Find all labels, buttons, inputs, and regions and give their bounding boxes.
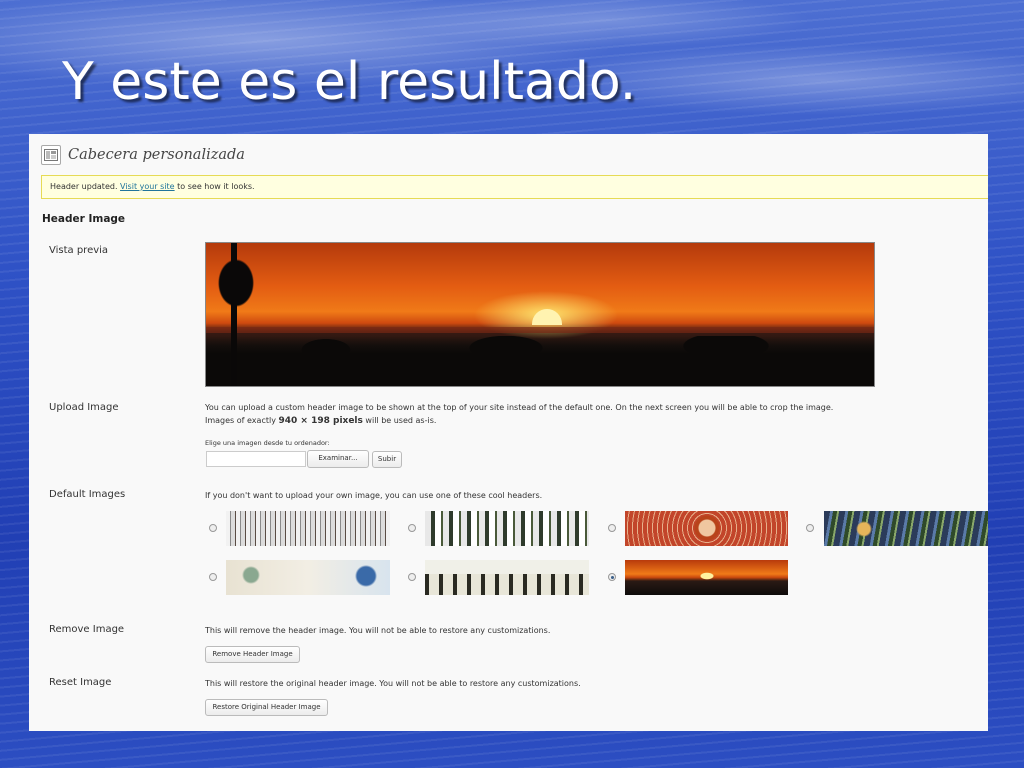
default-images-label: Default Images xyxy=(49,489,126,500)
radio-white-blossoms[interactable] xyxy=(408,524,416,532)
reset-image-description: This will restore the original header im… xyxy=(205,679,581,688)
thumb-fern-shore[interactable] xyxy=(824,511,988,546)
radio-red-lace[interactable] xyxy=(608,524,616,532)
thumb-winter-forest[interactable] xyxy=(226,511,390,546)
radio-sunset[interactable] xyxy=(608,573,616,581)
screenshot-panel: Cabecera personalizada Header updated. V… xyxy=(29,134,988,731)
slide-title: Y este es el resultado. xyxy=(62,52,637,112)
visit-site-link[interactable]: Visit your site xyxy=(120,182,175,191)
radio-winter-forest[interactable] xyxy=(209,524,217,532)
preview-label: Vista previa xyxy=(49,245,109,256)
browse-button[interactable]: Examinar... xyxy=(307,450,369,468)
radio-inkwell[interactable] xyxy=(209,573,217,581)
section-title: Header Image xyxy=(42,213,126,225)
file-label: Elige una imagen desde tu ordenador: xyxy=(205,439,330,447)
required-size: 940 × 198 pixels xyxy=(278,415,363,426)
thumb-inkwell[interactable] xyxy=(226,560,390,595)
notice-suffix: to see how it looks. xyxy=(174,182,255,191)
default-images-description: If you don't want to upload your own ima… xyxy=(205,491,543,500)
radio-fern-shore[interactable] xyxy=(806,524,814,532)
remove-image-description: This will remove the header image. You w… xyxy=(205,626,551,635)
upload-submit-button[interactable]: Subir xyxy=(372,451,402,468)
remove-image-label: Remove Image xyxy=(49,624,125,635)
restore-header-button[interactable]: Restore Original Header Image xyxy=(205,699,328,716)
thumb-white-blossoms[interactable] xyxy=(425,511,589,546)
upload-desc-line1: You can upload a custom header image to … xyxy=(205,403,834,412)
update-notice: Header updated. Visit your site to see h… xyxy=(41,175,988,199)
thumb-red-lace[interactable] xyxy=(625,511,788,546)
notice-prefix: Header updated. xyxy=(50,182,121,191)
remove-header-button[interactable]: Remove Header Image xyxy=(205,646,300,663)
page-header: Cabecera personalizada xyxy=(41,145,245,165)
appearance-icon xyxy=(41,145,61,165)
sun-shape xyxy=(532,309,562,325)
reset-image-label: Reset Image xyxy=(49,677,112,688)
radio-tree-path[interactable] xyxy=(408,573,416,581)
upload-desc-line2: Images of exactly 940 × 198 pixels will … xyxy=(205,415,437,426)
thumb-sunset[interactable] xyxy=(625,560,788,595)
upload-label: Upload Image xyxy=(49,402,119,413)
thumb-tree-path[interactable] xyxy=(425,560,589,595)
upload-description: You can upload a custom header image to … xyxy=(205,402,905,427)
page-title: Cabecera personalizada xyxy=(68,147,245,163)
file-path-input[interactable] xyxy=(206,451,306,467)
header-preview-image xyxy=(205,242,875,387)
